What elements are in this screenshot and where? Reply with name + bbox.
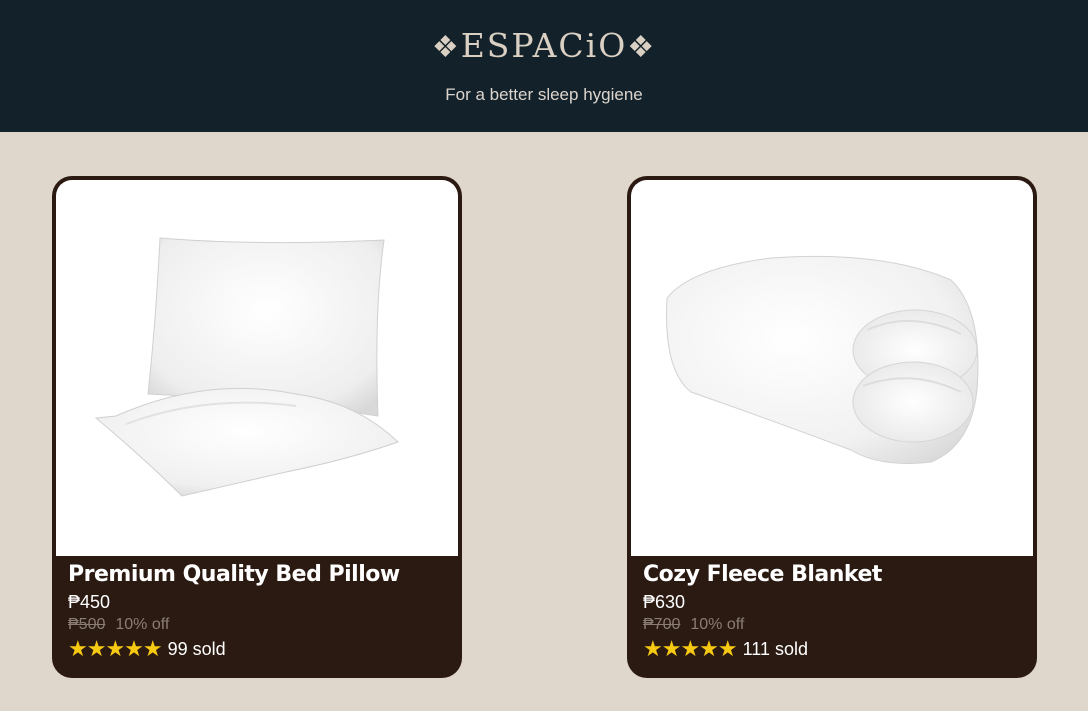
- original-price: ₱500: [68, 616, 106, 633]
- product-price: ₱630: [643, 592, 686, 612]
- product-info: Premium Quality Bed Pillow ₱450 ₱500 10% …: [68, 562, 452, 662]
- rating-row: ★★★★★ 99 sold: [68, 636, 452, 662]
- sold-count: 111 sold: [742, 638, 809, 659]
- brand-name: ESPACiO: [460, 26, 628, 65]
- diamond-ornament-icon: ❖: [627, 30, 657, 65]
- product-title[interactable]: Premium Quality Bed Pillow: [68, 562, 452, 587]
- product-title[interactable]: Cozy Fleece Blanket: [643, 562, 1027, 587]
- sold-count: 99 sold: [167, 638, 226, 659]
- discount-row: ₱500 10% off: [68, 616, 452, 634]
- discount-row: ₱700 10% off: [643, 616, 1027, 634]
- product-card-pillow[interactable]: Premium Quality Bed Pillow ₱450 ₱500 10% …: [52, 176, 462, 678]
- rating-row: ★★★★★ 111 sold: [643, 636, 1027, 662]
- discount-badge: 10% off: [115, 616, 170, 633]
- diamond-ornament-icon: ❖: [431, 30, 461, 65]
- star-rating-icon: ★★★★★: [643, 636, 738, 661]
- brand-logo[interactable]: ❖ESPACiO❖: [0, 26, 1088, 65]
- original-price: ₱700: [643, 616, 681, 633]
- star-rating-icon: ★★★★★: [68, 636, 163, 661]
- product-info: Cozy Fleece Blanket ₱630 ₱700 10% off ★★★…: [643, 562, 1027, 662]
- site-header: ❖ESPACiO❖ For a better sleep hygiene: [0, 0, 1088, 132]
- product-price: ₱450: [68, 592, 111, 612]
- discount-badge: 10% off: [690, 616, 745, 633]
- pillow-image: [94, 237, 399, 497]
- product-image-blanket[interactable]: [631, 180, 1033, 556]
- product-card-blanket[interactable]: Cozy Fleece Blanket ₱630 ₱700 10% off ★★★…: [627, 176, 1037, 678]
- tagline: For a better sleep hygiene: [445, 85, 643, 104]
- product-image-pillow[interactable]: [56, 180, 458, 556]
- blanket-image: [666, 255, 979, 464]
